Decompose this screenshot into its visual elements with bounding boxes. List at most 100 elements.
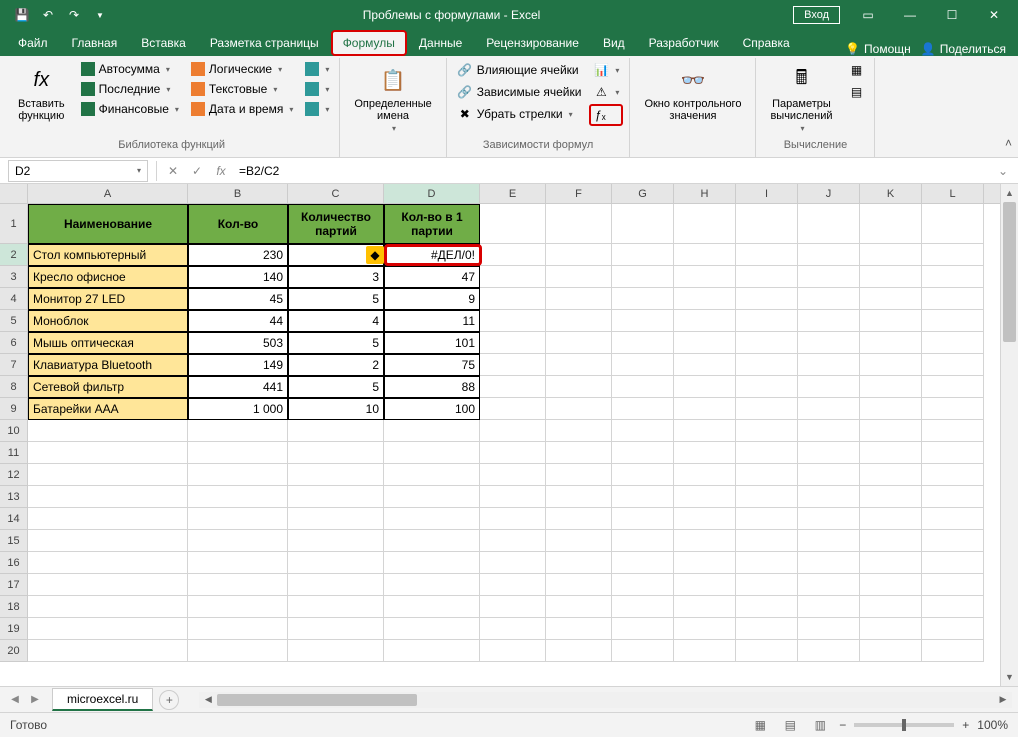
cell[interactable] xyxy=(798,332,860,354)
cell[interactable] xyxy=(922,618,984,640)
data-cell[interactable]: 11 xyxy=(384,310,480,332)
row-header-12[interactable]: 12 xyxy=(0,464,28,486)
maximize-icon[interactable]: ☐ xyxy=(932,1,972,29)
data-cell[interactable]: Моноблок xyxy=(28,310,188,332)
cell[interactable] xyxy=(546,596,612,618)
cell[interactable] xyxy=(736,332,798,354)
cell[interactable] xyxy=(674,574,736,596)
calc-options-button[interactable]: 🖩 Параметры вычислений ▾ xyxy=(762,60,840,137)
normal-view-icon[interactable]: ▦ xyxy=(749,716,771,734)
cell[interactable] xyxy=(674,398,736,420)
scroll-left-icon[interactable]: ◀ xyxy=(199,694,217,705)
tab-insert[interactable]: Вставка xyxy=(129,30,198,56)
cell[interactable] xyxy=(922,354,984,376)
cell[interactable] xyxy=(860,486,922,508)
cell[interactable] xyxy=(480,640,546,662)
cell[interactable] xyxy=(288,464,384,486)
cell[interactable] xyxy=(384,574,480,596)
cell[interactable] xyxy=(546,530,612,552)
column-header-I[interactable]: I xyxy=(736,184,798,203)
cell[interactable] xyxy=(480,288,546,310)
cell[interactable] xyxy=(546,332,612,354)
sheet-tab-active[interactable]: microexcel.ru xyxy=(52,688,153,711)
defined-names-button[interactable]: 📋 Определенные имена ▾ xyxy=(346,60,439,137)
cell[interactable] xyxy=(384,618,480,640)
data-cell[interactable]: Клавиатура Bluetooth xyxy=(28,354,188,376)
cell[interactable] xyxy=(612,376,674,398)
row-header-8[interactable]: 8 xyxy=(0,376,28,398)
cell[interactable] xyxy=(612,442,674,464)
data-cell[interactable]: 230 xyxy=(188,244,288,266)
table-header-cell[interactable]: Наименование xyxy=(28,204,188,244)
cell[interactable] xyxy=(612,266,674,288)
zoom-out-icon[interactable]: − xyxy=(839,718,846,732)
cell[interactable] xyxy=(674,266,736,288)
cell[interactable] xyxy=(28,574,188,596)
cell[interactable] xyxy=(674,420,736,442)
cell[interactable] xyxy=(922,204,984,244)
error-checking-button[interactable]: ⚠▾ xyxy=(589,82,623,102)
cell[interactable] xyxy=(922,332,984,354)
cell[interactable] xyxy=(188,552,288,574)
scroll-right-icon[interactable]: ▶ xyxy=(994,694,1012,705)
row-header-10[interactable]: 10 xyxy=(0,420,28,442)
tab-help[interactable]: Справка xyxy=(731,30,802,56)
cell[interactable] xyxy=(922,486,984,508)
data-cell[interactable]: 5 xyxy=(288,376,384,398)
cell[interactable] xyxy=(28,442,188,464)
data-cell[interactable]: 44 xyxy=(188,310,288,332)
column-header-A[interactable]: A xyxy=(28,184,188,203)
lookup-button[interactable]: ▾ xyxy=(301,60,333,78)
minimize-icon[interactable]: — xyxy=(890,1,930,29)
cell[interactable] xyxy=(28,486,188,508)
zoom-slider[interactable] xyxy=(854,723,954,727)
remove-arrows-button[interactable]: ✖Убрать стрелки▾ xyxy=(453,104,586,124)
table-header-cell[interactable]: Кол-во в 1 партии xyxy=(384,204,480,244)
cell[interactable] xyxy=(546,508,612,530)
cell[interactable] xyxy=(922,464,984,486)
cell[interactable] xyxy=(798,596,860,618)
cell[interactable] xyxy=(480,530,546,552)
data-cell[interactable]: 441 xyxy=(188,376,288,398)
hscroll-thumb[interactable] xyxy=(217,694,417,706)
cell[interactable] xyxy=(922,310,984,332)
tab-home[interactable]: Главная xyxy=(60,30,130,56)
cell[interactable] xyxy=(288,420,384,442)
zoom-level[interactable]: 100% xyxy=(977,718,1008,732)
data-cell[interactable]: Батарейки AAA xyxy=(28,398,188,420)
cell[interactable] xyxy=(546,310,612,332)
cell[interactable] xyxy=(28,464,188,486)
cell[interactable] xyxy=(736,508,798,530)
cell[interactable] xyxy=(922,574,984,596)
cell[interactable] xyxy=(674,376,736,398)
data-cell[interactable]: 9 xyxy=(384,288,480,310)
expand-formula-bar-icon[interactable]: ⌄ xyxy=(998,164,1018,178)
cell[interactable] xyxy=(674,310,736,332)
tab-page-layout[interactable]: Разметка страницы xyxy=(198,30,331,56)
cell[interactable] xyxy=(922,376,984,398)
cell[interactable] xyxy=(798,530,860,552)
page-layout-view-icon[interactable]: ▤ xyxy=(779,716,801,734)
cell[interactable] xyxy=(736,266,798,288)
data-cell[interactable]: 1 000 xyxy=(188,398,288,420)
cell[interactable] xyxy=(612,310,674,332)
cell[interactable] xyxy=(384,640,480,662)
row-header-7[interactable]: 7 xyxy=(0,354,28,376)
cell[interactable] xyxy=(288,552,384,574)
cell[interactable] xyxy=(480,464,546,486)
cell[interactable] xyxy=(736,596,798,618)
column-header-K[interactable]: K xyxy=(860,184,922,203)
cell[interactable] xyxy=(736,530,798,552)
cell[interactable] xyxy=(736,354,798,376)
cell[interactable] xyxy=(736,420,798,442)
cell[interactable] xyxy=(860,464,922,486)
cell[interactable] xyxy=(798,204,860,244)
cell[interactable] xyxy=(736,376,798,398)
cell[interactable] xyxy=(546,442,612,464)
sheet-nav-next-icon[interactable]: ▶ xyxy=(26,691,44,709)
cell[interactable] xyxy=(546,376,612,398)
data-cell[interactable]: 140 xyxy=(188,266,288,288)
cell[interactable] xyxy=(612,618,674,640)
cell[interactable] xyxy=(188,618,288,640)
cell[interactable] xyxy=(674,508,736,530)
